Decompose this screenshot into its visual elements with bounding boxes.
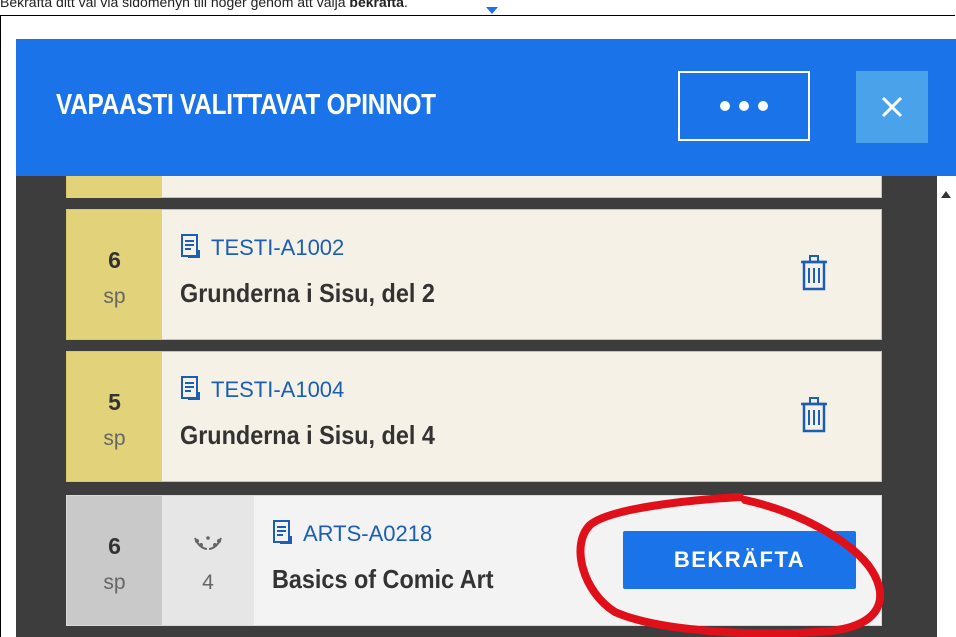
- credit-column: 6 sp: [67, 496, 162, 625]
- credit-column: 5 sp: [67, 352, 162, 481]
- panel-title: VAPAASTI VALITTAVAT OPINNOT: [56, 89, 436, 121]
- laurel-icon: [194, 536, 222, 550]
- more-horizontal-icon: [720, 101, 730, 111]
- document-icon: [273, 520, 292, 544]
- course-name: Grunderna i Sisu, del 4: [180, 420, 435, 450]
- scroll-up-arrow-icon[interactable]: [941, 191, 951, 198]
- scrollbar[interactable]: [937, 176, 956, 637]
- document-icon: [181, 376, 200, 400]
- course-code[interactable]: ARTS-A0218: [303, 521, 432, 547]
- course-card[interactable]: 5 sp TESTI-A1004 Grunderna i Sisu, del 4: [66, 351, 882, 482]
- grade-column: 4: [162, 496, 254, 625]
- grade-value: 4: [202, 571, 214, 594]
- credit-value: 5: [108, 389, 121, 415]
- pointer-caret-icon: [486, 7, 498, 14]
- more-dot: [758, 101, 768, 111]
- credit-unit: sp: [103, 285, 126, 308]
- side-panel: VAPAASTI VALITTAVAT OPINNOT 6 sp TESTI-A…: [16, 39, 956, 637]
- more-options-button[interactable]: [678, 71, 810, 141]
- credit-unit: sp: [103, 427, 126, 450]
- close-icon: [881, 96, 903, 118]
- course-name: Grunderna i Sisu, del 2: [180, 278, 435, 308]
- credit-value: 6: [108, 533, 121, 559]
- instruction-caption: Bekräfta ditt val via sidomenyn till hög…: [0, 0, 408, 10]
- credit-column: 6 sp: [67, 210, 162, 339]
- course-code[interactable]: TESTI-A1004: [211, 377, 344, 403]
- close-button[interactable]: [856, 71, 928, 143]
- document-icon: [181, 234, 200, 258]
- more-dot: [739, 101, 749, 111]
- credit-column: [67, 176, 162, 198]
- panel-header: VAPAASTI VALITTAVAT OPINNOT: [16, 39, 956, 176]
- credit-value: 6: [108, 247, 121, 273]
- trash-icon[interactable]: [799, 254, 829, 292]
- course-card-partial: [66, 176, 882, 198]
- course-card[interactable]: 6 sp TESTI-A1002 Grunderna i Sisu, del 2: [66, 209, 882, 340]
- trash-icon[interactable]: [799, 396, 829, 434]
- credit-unit: sp: [103, 571, 126, 594]
- course-name: Basics of Comic Art: [272, 564, 494, 594]
- confirm-button[interactable]: BEKRÄFTA: [623, 531, 856, 589]
- pending-course-card[interactable]: 6 sp 4 ARTS-A0218 Basics of Comic Art BE…: [66, 495, 882, 626]
- course-code[interactable]: TESTI-A1002: [211, 235, 344, 261]
